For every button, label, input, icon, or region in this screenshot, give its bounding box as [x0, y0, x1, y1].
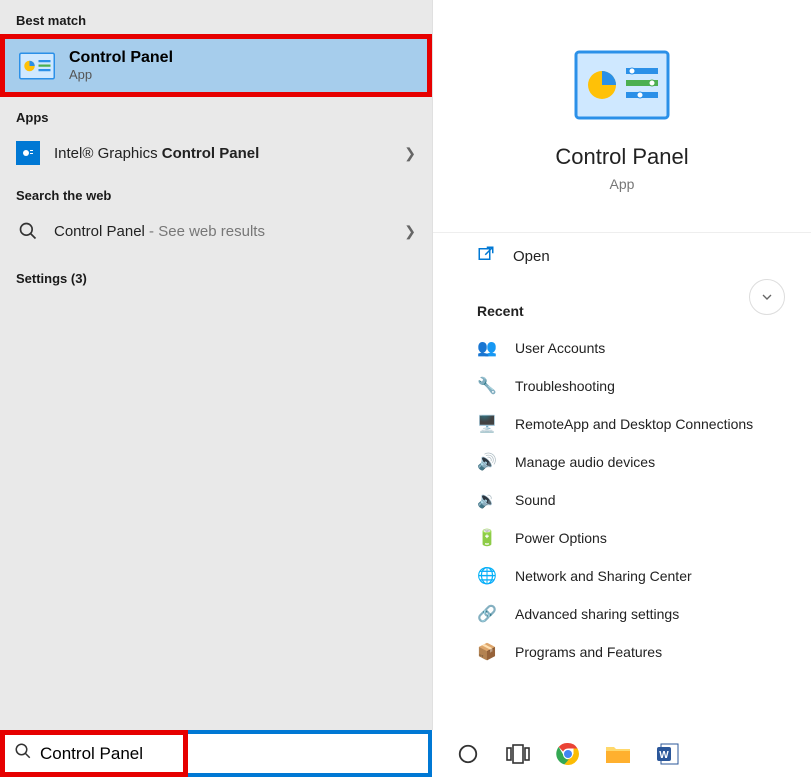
search-web-header: Search the web — [0, 175, 432, 209]
recent-item-power[interactable]: 🔋Power Options — [433, 519, 811, 557]
best-match-result[interactable]: Control Panel App — [0, 34, 432, 97]
task-view-icon[interactable] — [504, 740, 532, 768]
chevron-down-icon — [759, 289, 775, 305]
file-explorer-icon[interactable] — [604, 740, 632, 768]
search-box[interactable] — [0, 730, 432, 777]
open-action[interactable]: Open — [433, 232, 811, 279]
cortana-icon[interactable] — [454, 740, 482, 768]
recent-item-troubleshooting[interactable]: 🔧Troubleshooting — [433, 367, 811, 405]
recent-item-programs[interactable]: 📦Programs and Features — [433, 633, 811, 671]
settings-header[interactable]: Settings (3) — [0, 253, 432, 292]
recent-item-user-accounts[interactable]: 👥User Accounts — [433, 329, 811, 367]
power-icon: 🔋 — [477, 528, 497, 548]
expand-button[interactable] — [749, 279, 785, 315]
web-result[interactable]: Control Panel - See web results ❯ — [0, 209, 432, 253]
recent-list: 👥User Accounts 🔧Troubleshooting 🖥️Remote… — [433, 329, 811, 671]
best-match-header: Best match — [0, 0, 432, 34]
search-results-panel: Best match Control Panel App Apps Intel®… — [0, 0, 432, 730]
detail-panel: Control Panel App Open Recent 👥User Acco… — [432, 0, 811, 730]
best-match-title: Control Panel — [69, 49, 173, 67]
search-icon — [14, 742, 32, 765]
open-icon — [477, 245, 495, 267]
detail-title: Control Panel — [433, 144, 811, 170]
word-icon[interactable]: W — [654, 740, 682, 768]
control-panel-icon — [19, 52, 55, 80]
share-icon: 🔗 — [477, 604, 497, 624]
detail-subtitle: App — [433, 176, 811, 192]
recent-item-network[interactable]: 🌐Network and Sharing Center — [433, 557, 811, 595]
speaker-icon: 🔊 — [477, 452, 497, 472]
programs-icon: 📦 — [477, 642, 497, 662]
recent-item-advanced-sharing[interactable]: 🔗Advanced sharing settings — [433, 595, 811, 633]
apps-result-label: Intel® Graphics Control Panel — [54, 145, 259, 162]
remote-icon: 🖥️ — [477, 414, 497, 434]
search-icon — [16, 219, 40, 243]
recent-item-audio[interactable]: 🔊Manage audio devices — [433, 443, 811, 481]
search-input[interactable] — [40, 744, 428, 764]
troubleshoot-icon: 🔧 — [477, 376, 497, 396]
chevron-right-icon: ❯ — [404, 145, 416, 162]
web-result-label: Control Panel - See web results — [54, 223, 265, 240]
chrome-icon[interactable] — [554, 740, 582, 768]
svg-text:W: W — [659, 750, 669, 761]
recent-item-remoteapp[interactable]: 🖥️RemoteApp and Desktop Connections — [433, 405, 811, 443]
network-icon: 🌐 — [477, 566, 497, 586]
taskbar: W — [0, 730, 811, 777]
control-panel-large-icon — [574, 50, 670, 120]
open-label: Open — [513, 248, 550, 265]
best-match-subtitle: App — [69, 67, 173, 82]
apps-header: Apps — [0, 97, 432, 131]
app-icon — [16, 141, 40, 165]
chevron-right-icon: ❯ — [404, 223, 416, 240]
recent-item-sound[interactable]: 🔉Sound — [433, 481, 811, 519]
apps-result-intel-graphics[interactable]: Intel® Graphics Control Panel ❯ — [0, 131, 432, 175]
speaker-icon: 🔉 — [477, 490, 497, 510]
users-icon: 👥 — [477, 338, 497, 358]
